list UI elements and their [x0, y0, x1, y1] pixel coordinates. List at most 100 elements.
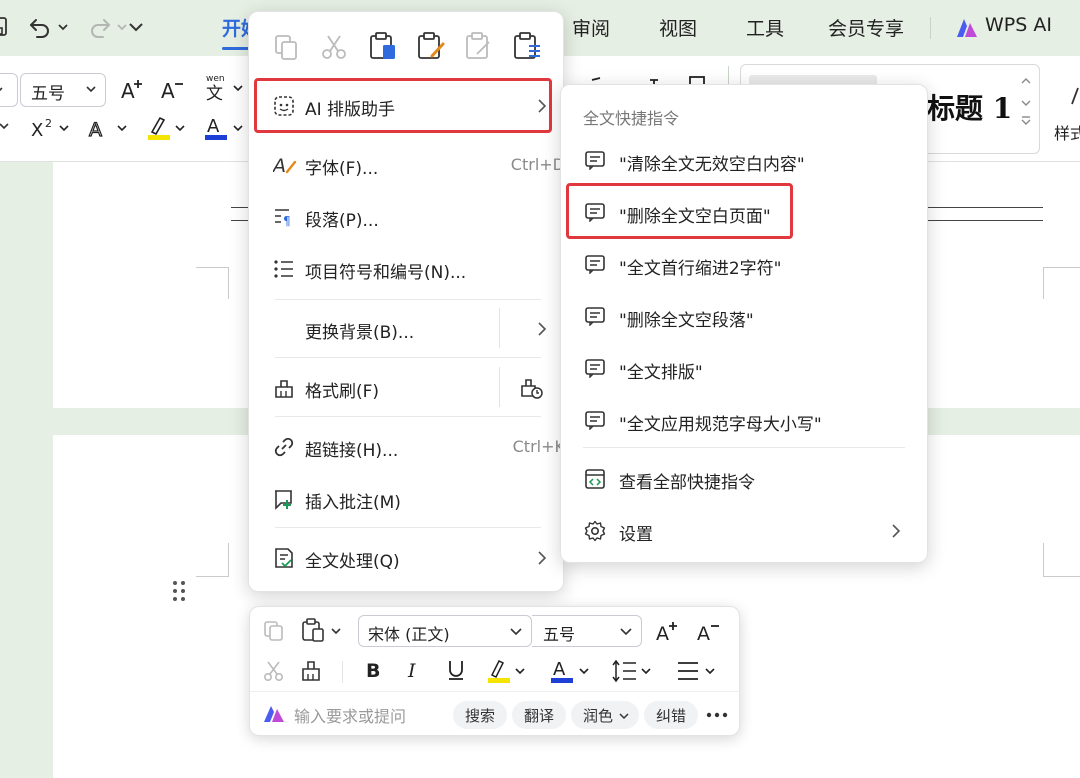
phonetic-guide-icon[interactable]: wen 文: [204, 72, 244, 102]
gear-icon: [584, 520, 606, 542]
command-icon: [584, 150, 606, 170]
tab-tools[interactable]: 工具: [746, 14, 784, 41]
redo-icon[interactable]: [88, 15, 112, 39]
paste-icon[interactable]: [367, 30, 399, 62]
crop-mark: [196, 267, 228, 268]
submenu-item-clear-blank-content[interactable]: "清除全文无效空白内容": [571, 137, 919, 183]
paste-dropdown-icon[interactable]: [330, 627, 342, 635]
more-icon[interactable]: [705, 707, 729, 723]
chevron-right-icon: [537, 550, 547, 566]
submenu-item-first-line-indent[interactable]: "全文首行缩进2字符": [571, 241, 919, 287]
chip-translate[interactable]: 翻译: [512, 701, 567, 729]
submenu-item-label: "全文应用规范字母大小写": [619, 415, 822, 435]
tab-view[interactable]: 视图: [659, 14, 697, 41]
menu-item-change-background[interactable]: 更换背景(B)...: [263, 306, 553, 352]
line-spacing-icon[interactable]: [612, 657, 656, 685]
menu-item-label: 字体(F)...: [305, 159, 379, 179]
svg-text:¶: ¶: [283, 214, 291, 228]
font-color-icon[interactable]: A: [204, 114, 248, 142]
menu-item-hyperlink[interactable]: 超链接(H)... Ctrl+K: [263, 424, 565, 470]
toolbar-divider: [342, 661, 343, 683]
text-effect-icon[interactable]: A: [88, 116, 132, 140]
chip-search[interactable]: 搜索: [453, 701, 508, 729]
split-divider: [499, 367, 500, 407]
menu-item-format-painter[interactable]: 格式刷(F): [263, 365, 553, 411]
format-painter-icon[interactable]: [300, 659, 324, 683]
styles-pane-icon[interactable]: [1070, 86, 1080, 106]
split-divider: [499, 308, 500, 348]
mini-font-name-combo[interactable]: 宋体 (正文): [358, 615, 532, 647]
menu-item-bullets-numbering[interactable]: 项目符号和编号(N)...: [263, 246, 553, 292]
style-heading-1[interactable]: 标题 1: [927, 87, 1012, 127]
mini-font-size-combo[interactable]: 五号: [532, 615, 642, 647]
font-color-icon[interactable]: A: [550, 657, 592, 685]
align-icon[interactable]: [676, 657, 720, 685]
font-size-combo[interactable]: 五号: [20, 73, 106, 107]
command-icon: [584, 410, 606, 430]
paste-keep-format-icon[interactable]: [415, 30, 447, 62]
decrease-font-icon[interactable]: A: [696, 619, 722, 643]
submenu-item-label: "清除全文无效空白内容": [619, 155, 805, 175]
increase-font-icon[interactable]: A: [655, 619, 681, 643]
paste-text-only-icon[interactable]: [463, 30, 495, 62]
chip-polish-label: 润色: [583, 707, 614, 725]
wps-ai-logo-icon: [262, 704, 286, 724]
menu-item-font[interactable]: A 字体(F)... Ctrl+D: [263, 142, 565, 188]
tab-review[interactable]: 审阅: [572, 14, 610, 41]
underline-icon[interactable]: [446, 658, 466, 682]
font-icon: A: [273, 154, 297, 176]
subscript-dropdown-icon[interactable]: [0, 122, 10, 130]
submenu-separator: [583, 447, 905, 448]
font-name-combo[interactable]: [0, 73, 18, 107]
chip-proofread[interactable]: 纠错: [644, 701, 699, 729]
ai-prompt-input[interactable]: 输入要求或提问: [294, 703, 406, 727]
menu-item-full-text-processing[interactable]: 全文处理(Q): [263, 535, 553, 581]
decrease-font-icon[interactable]: A: [160, 76, 186, 102]
bullet-list-icon: [273, 258, 295, 280]
submenu-item-full-layout[interactable]: "全文排版": [571, 345, 919, 391]
menu-item-paragraph[interactable]: ¶ 段落(P)...: [263, 194, 553, 240]
cut-icon[interactable]: [319, 32, 349, 62]
command-list-icon: [584, 468, 606, 490]
superscript-icon[interactable]: X2: [30, 116, 72, 140]
copy-icon[interactable]: [271, 32, 301, 62]
chevron-right-icon: [537, 321, 547, 337]
paste-special-icon[interactable]: [511, 30, 543, 62]
styles-label[interactable]: 样式: [1054, 120, 1080, 144]
submenu-item-delete-empty-paragraphs[interactable]: "删除全文空段落": [571, 293, 919, 339]
menu-separator: [275, 527, 541, 528]
quick-access-more-icon[interactable]: [128, 22, 144, 32]
undo-dropdown-icon[interactable]: [57, 23, 69, 31]
menu-item-insert-comment[interactable]: 插入批注(M): [263, 476, 553, 522]
save-icon[interactable]: [0, 15, 10, 39]
submenu-item-view-all-commands[interactable]: 查看全部快捷指令: [571, 455, 919, 501]
svg-text:A: A: [161, 79, 175, 102]
style-gallery-scroll[interactable]: [1020, 77, 1032, 127]
submenu-item-normalize-case[interactable]: "全文应用规范字母大小写": [571, 397, 919, 443]
format-painter-sticky-icon[interactable]: [519, 376, 543, 400]
bold-icon[interactable]: B: [366, 660, 380, 682]
italic-icon[interactable]: I: [408, 660, 416, 682]
highlighter-icon[interactable]: [486, 657, 528, 685]
increase-font-icon[interactable]: A: [120, 76, 146, 102]
chip-polish[interactable]: 润色: [571, 701, 640, 729]
redo-dropdown-icon[interactable]: [116, 23, 128, 31]
cut-icon[interactable]: [262, 659, 286, 683]
tab-wps-ai[interactable]: WPS AI: [985, 14, 1052, 36]
menu-separator: [275, 416, 541, 417]
highlighter-icon[interactable]: [146, 114, 190, 142]
format-painter-icon: [273, 377, 295, 399]
undo-icon[interactable]: [28, 15, 52, 39]
link-icon: [273, 436, 295, 458]
tab-member[interactable]: 会员专享: [828, 14, 904, 41]
drag-handle-icon[interactable]: [172, 580, 186, 602]
submenu-item-settings[interactable]: 设置: [571, 507, 919, 553]
menu-item-label: 插入批注(M): [305, 493, 401, 513]
paragraph-icon: ¶: [273, 206, 295, 228]
command-icon: [584, 254, 606, 274]
mini-font-size-value: 五号: [543, 625, 576, 644]
crop-mark: [1043, 267, 1044, 299]
paste-icon[interactable]: [300, 617, 326, 643]
copy-icon[interactable]: [262, 619, 286, 643]
floating-mini-toolbar: 宋体 (正文) 五号 A A B I A 输入要求或提问 搜索 翻译 润色 纠错: [249, 606, 741, 736]
